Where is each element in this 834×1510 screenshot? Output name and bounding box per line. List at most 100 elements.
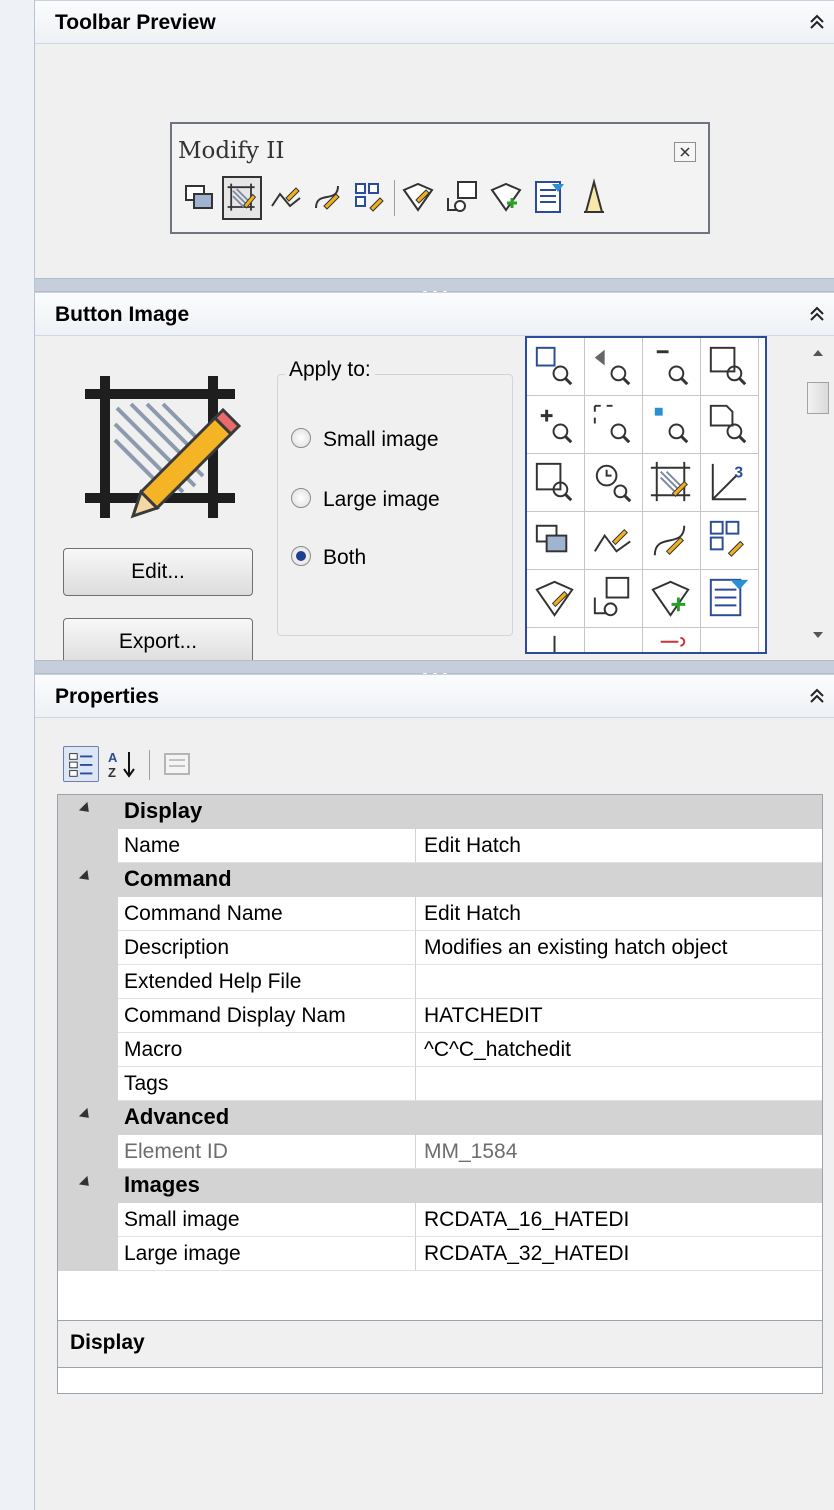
radio-button-selected-icon[interactable]	[291, 546, 311, 567]
property-value[interactable]: RCDATA_32_HATEDI	[416, 1237, 822, 1271]
property-value[interactable]: Modifies an existing hatch object	[416, 931, 822, 965]
ucs-3-point-icon[interactable]: 3	[701, 454, 759, 512]
category-images[interactable]: Images	[58, 1169, 822, 1203]
categorized-view-icon[interactable]	[63, 746, 99, 782]
zoom-all-icon[interactable]	[585, 396, 643, 454]
row-gutter	[58, 999, 118, 1033]
zoom-previous-icon[interactable]	[585, 338, 643, 396]
category-advanced[interactable]: Advanced	[58, 1101, 822, 1135]
partial-icon[interactable]	[701, 628, 759, 654]
sync-attributes-icon[interactable]	[530, 176, 570, 220]
property-row[interactable]: Large image RCDATA_32_HATEDI	[58, 1237, 822, 1271]
svg-text:A: A	[108, 750, 118, 765]
property-row[interactable]: Extended Help File	[58, 965, 822, 999]
property-value[interactable]: Edit Hatch	[416, 897, 822, 931]
export-button[interactable]: Export...	[63, 618, 253, 666]
draw-order-icon[interactable]	[527, 512, 585, 570]
partial-icon[interactable]	[585, 628, 643, 654]
property-row[interactable]: Name Edit Hatch	[58, 829, 822, 863]
edit-attribute-icon[interactable]	[527, 570, 585, 628]
expand-triangle-icon[interactable]	[78, 869, 94, 885]
property-row[interactable]: Command Display Nam HATCHEDIT	[58, 999, 822, 1033]
attribute-manager-icon[interactable]	[643, 570, 701, 628]
property-key: Element ID	[118, 1135, 416, 1169]
edit-button[interactable]: Edit...	[63, 548, 253, 596]
category-display[interactable]: Display	[58, 795, 822, 829]
category-name: Images	[124, 1172, 200, 1197]
edit-polyline-icon[interactable]	[585, 512, 643, 570]
partial-icon[interactable]	[643, 628, 701, 654]
expand-triangle-icon[interactable]	[78, 801, 94, 817]
sync-attributes-icon[interactable]	[701, 570, 759, 628]
property-row[interactable]: Description Modifies an existing hatch o…	[58, 931, 822, 965]
radio-small-image[interactable]: Small image	[291, 428, 439, 452]
radio-large-image[interactable]: Large image	[291, 488, 440, 512]
property-row[interactable]: Macro ^C^C_hatchedit	[58, 1033, 822, 1067]
property-value: MM_1584	[416, 1135, 822, 1169]
property-value[interactable]: RCDATA_16_HATEDI	[416, 1203, 822, 1237]
property-row[interactable]: Command Name Edit Hatch	[58, 897, 822, 931]
category-name: Display	[124, 798, 203, 823]
zoom-realtime-icon[interactable]	[585, 454, 643, 512]
property-key: Small image	[118, 1203, 416, 1237]
expand-triangle-icon[interactable]	[78, 1107, 94, 1123]
property-value[interactable]: HATCHEDIT	[416, 999, 822, 1033]
draw-order-icon[interactable]	[180, 176, 220, 220]
radio-label: Large image	[323, 488, 440, 511]
property-row[interactable]: Small image RCDATA_16_HATEDI	[58, 1203, 822, 1237]
property-value[interactable]: Edit Hatch	[416, 829, 822, 863]
scrollbar-thumb[interactable]	[807, 382, 829, 414]
property-value[interactable]: ^C^C_hatchedit	[416, 1033, 822, 1067]
sort-alphabetical-icon[interactable]: AZ	[105, 746, 141, 782]
property-key: Macro	[118, 1033, 416, 1067]
property-row[interactable]: Tags	[58, 1067, 822, 1101]
zoom-in-icon[interactable]	[527, 396, 585, 454]
button-image-body: Edit... Export... Apply to: Small image …	[35, 336, 834, 666]
expand-triangle-icon[interactable]	[78, 1175, 94, 1191]
collapse-chevron-icon[interactable]	[806, 685, 828, 707]
properties-panel: Properties AZ Display Name Edit Hatch Co…	[35, 674, 834, 1510]
hatch-grid-icon[interactable]	[643, 454, 701, 512]
zoom-center-icon[interactable]	[701, 396, 759, 454]
svg-text:3: 3	[734, 465, 743, 482]
zoom-object-icon[interactable]	[643, 396, 701, 454]
svg-text:Z: Z	[108, 765, 116, 780]
zoom-extents-icon[interactable]	[701, 338, 759, 396]
radio-button-icon[interactable]	[291, 428, 311, 449]
edit-array-icon[interactable]	[350, 176, 390, 220]
property-value[interactable]	[416, 1067, 822, 1101]
zoom-window-icon[interactable]	[527, 338, 585, 396]
category-command[interactable]: Command	[58, 863, 822, 897]
row-gutter	[58, 829, 118, 863]
edit-spline-icon[interactable]	[308, 176, 348, 220]
zoom-scale-icon[interactable]	[527, 454, 585, 512]
edit-attribute-icon[interactable]	[398, 176, 438, 220]
properties-header[interactable]: Properties	[35, 674, 834, 718]
toolbar-preview-header[interactable]: Toolbar Preview	[35, 0, 834, 44]
block-editor-icon[interactable]	[585, 570, 643, 628]
property-key: Large image	[118, 1237, 416, 1271]
collapse-chevron-icon[interactable]	[806, 11, 828, 33]
button-image-header[interactable]: Button Image	[35, 292, 834, 336]
edit-hatch-icon[interactable]	[222, 176, 262, 220]
property-value[interactable]	[416, 965, 822, 999]
radio-button-icon[interactable]	[291, 488, 311, 509]
zoom-out-icon[interactable]	[643, 338, 701, 396]
radio-both[interactable]: Both	[291, 546, 366, 570]
edit-array-icon[interactable]	[701, 512, 759, 570]
scroll-up-icon[interactable]	[811, 348, 825, 358]
close-icon[interactable]	[674, 142, 696, 162]
panel-splitter[interactable]	[35, 660, 834, 677]
scroll-down-icon[interactable]	[811, 630, 825, 640]
partial-icon[interactable]	[527, 628, 585, 654]
attribute-manager-icon[interactable]	[486, 176, 526, 220]
row-gutter	[58, 1135, 118, 1169]
edit-spline-icon[interactable]	[643, 512, 701, 570]
edit-polyline-icon[interactable]	[266, 176, 306, 220]
image-grid-scrollbar[interactable]	[803, 336, 833, 654]
attribute-extract-icon[interactable]	[574, 176, 614, 220]
block-editor-icon[interactable]	[442, 176, 482, 220]
panel-splitter[interactable]	[35, 278, 834, 295]
image-picker-grid[interactable]: 3	[525, 336, 767, 654]
collapse-chevron-icon[interactable]	[806, 303, 828, 325]
